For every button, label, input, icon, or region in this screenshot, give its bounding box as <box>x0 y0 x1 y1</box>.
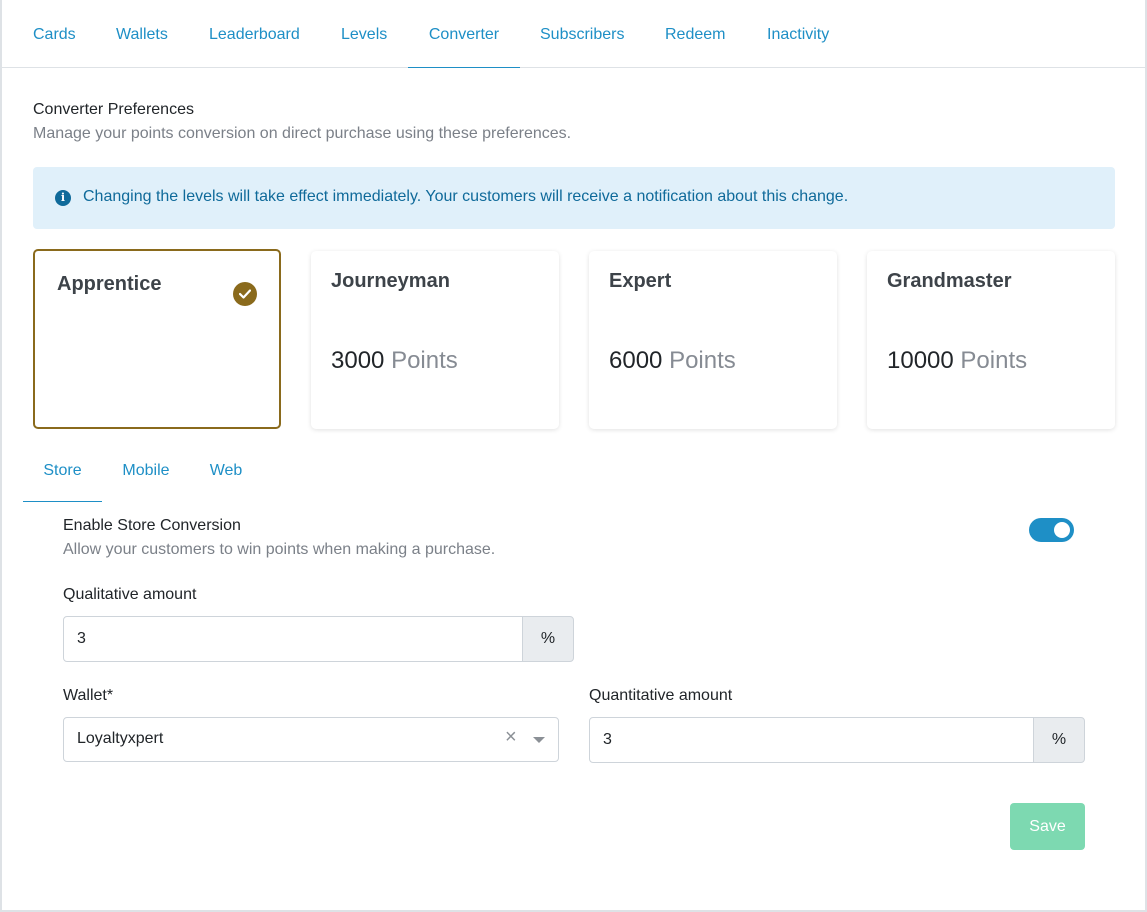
level-name: Expert <box>609 270 672 292</box>
tab-inactivity[interactable]: Inactivity <box>767 0 829 68</box>
toggle-knob <box>1054 522 1070 538</box>
tab-converter[interactable]: Converter <box>408 0 520 68</box>
top-tabs: Cards Wallets Leaderboard Levels Convert… <box>2 0 1145 68</box>
wallet-select[interactable]: Loyaltyxpert × <box>63 717 559 762</box>
wallet-selected-value: Loyaltyxpert <box>77 730 164 747</box>
tab-cards[interactable]: Cards <box>33 0 76 68</box>
points-value: 6000 <box>609 347 663 374</box>
tab-levels[interactable]: Levels <box>341 0 387 68</box>
points-unit: Points <box>960 347 1028 374</box>
points-value: 10000 <box>887 347 954 374</box>
qualitative-amount-input[interactable] <box>63 616 523 662</box>
level-name: Grandmaster <box>887 270 1012 292</box>
quantitative-amount-label: Quantitative amount <box>589 687 733 704</box>
store-conversion-toggle[interactable] <box>1029 518 1074 542</box>
tab-subscribers[interactable]: Subscribers <box>540 0 624 68</box>
subtab-web[interactable]: Web <box>200 454 252 502</box>
level-name: Journeyman <box>331 270 450 292</box>
level-points: 3000 Points <box>331 347 458 375</box>
points-unit: Points <box>391 347 458 374</box>
save-button[interactable]: Save <box>1010 803 1085 850</box>
clear-icon[interactable]: × <box>505 727 517 747</box>
enable-store-desc: Allow your customers to win points when … <box>63 541 496 558</box>
qualitative-percent-addon: % <box>522 616 574 662</box>
page-title: Converter Preferences <box>33 101 194 118</box>
info-icon: i <box>55 190 71 206</box>
alert-text: Changing the levels will take effect imm… <box>83 188 849 205</box>
check-circle-icon <box>233 282 257 306</box>
level-points: 10000 Points <box>887 347 1027 375</box>
level-card-grandmaster[interactable]: Grandmaster 10000 Points <box>867 251 1115 429</box>
quantitative-percent-addon: % <box>1033 717 1085 763</box>
level-card-expert[interactable]: Expert 6000 Points <box>589 251 837 429</box>
wallet-label: Wallet* <box>63 687 114 704</box>
points-unit: Points <box>669 347 736 374</box>
page-subtitle: Manage your points conversion on direct … <box>33 125 572 142</box>
level-card-journeyman[interactable]: Journeyman 3000 Points <box>311 251 559 429</box>
tab-leaderboard[interactable]: Leaderboard <box>209 0 300 68</box>
enable-store-title: Enable Store Conversion <box>63 517 241 534</box>
subtab-mobile[interactable]: Mobile <box>113 454 179 502</box>
qualitative-amount-label: Qualitative amount <box>63 586 197 603</box>
quantitative-amount-input[interactable] <box>589 717 1034 763</box>
points-value: 3000 <box>331 347 385 374</box>
level-points: 6000 Points <box>609 347 736 375</box>
subtab-store[interactable]: Store <box>23 454 102 502</box>
tab-redeem[interactable]: Redeem <box>665 0 725 68</box>
level-name: Apprentice <box>57 273 162 295</box>
info-alert: i Changing the levels will take effect i… <box>33 167 1115 229</box>
tab-wallets[interactable]: Wallets <box>116 0 168 68</box>
level-card-apprentice[interactable]: Apprentice <box>33 249 281 429</box>
chevron-down-icon[interactable] <box>533 737 545 743</box>
